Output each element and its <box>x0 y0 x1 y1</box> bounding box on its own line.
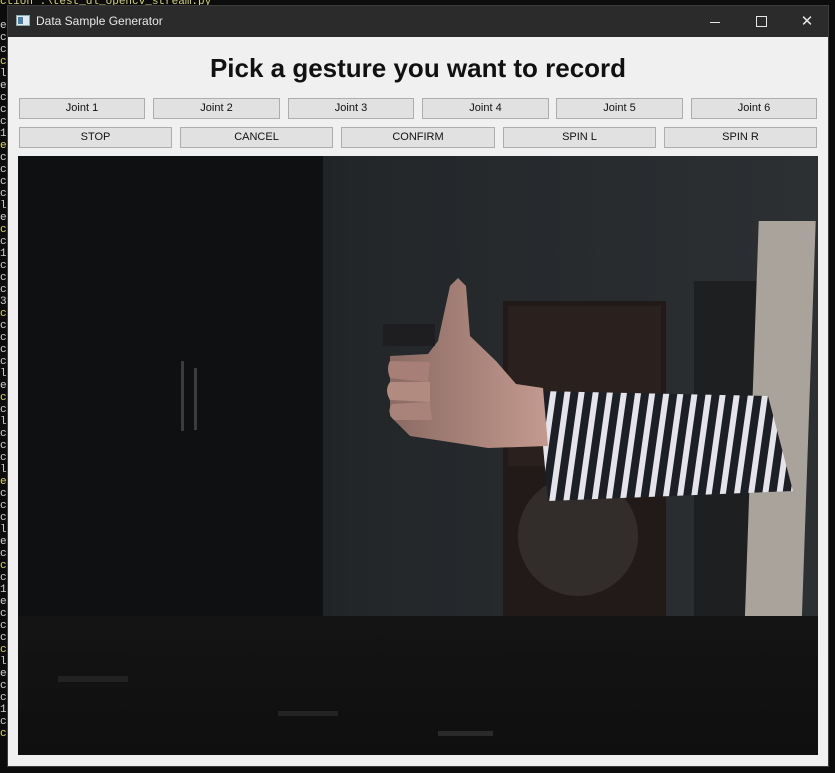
terminal-gutter-glyph: 1 <box>0 128 6 140</box>
joint-3-button[interactable]: Joint 3 <box>288 98 414 119</box>
terminal-gutter-glyph: l <box>0 524 6 536</box>
cancel-button[interactable]: CANCEL <box>180 127 333 148</box>
terminal-gutter-glyph: l <box>0 464 6 476</box>
terminal-gutter-glyph: c <box>0 272 6 284</box>
terminal-gutter-glyph: c <box>0 440 6 452</box>
terminal-gutter-glyph: c <box>0 632 6 644</box>
terminal-gutter-glyph: c <box>0 320 6 332</box>
camera-frame-image <box>18 156 818 755</box>
terminal-gutter-glyph: c <box>0 572 6 584</box>
terminal-gutter-glyph: c <box>0 560 6 572</box>
terminal-gutter-glyph: c <box>0 308 6 320</box>
terminal-gutter-glyph: e <box>0 476 6 488</box>
terminal-gutter-glyph: c <box>0 260 6 272</box>
maximize-button[interactable] <box>738 6 784 37</box>
terminal-gutter-glyph: c <box>0 356 6 368</box>
stop-button[interactable]: STOP <box>19 127 172 148</box>
terminal-gutter-glyph: l <box>0 416 6 428</box>
terminal-gutter-glyph: c <box>0 620 6 632</box>
spin-right-button[interactable]: SPIN R <box>664 127 817 148</box>
terminal-gutter-glyph: c <box>0 344 6 356</box>
terminal-gutter-glyph: e <box>0 140 6 152</box>
terminal-gutter-glyph: c <box>0 176 6 188</box>
close-icon: ✕ <box>800 13 814 30</box>
terminal-gutter-glyph: e <box>0 380 6 392</box>
terminal-gutter-glyph: c <box>0 716 6 728</box>
terminal-gutter-glyph: c <box>0 284 6 296</box>
terminal-gutter-glyph: c <box>0 680 6 692</box>
terminal-gutter-glyph: l <box>0 368 6 380</box>
terminal-gutter-glyph: c <box>0 32 6 44</box>
joint-2-button[interactable]: Joint 2 <box>153 98 280 119</box>
close-button[interactable]: ✕ <box>784 6 830 37</box>
confirm-button[interactable]: CONFIRM <box>341 127 495 148</box>
terminal-gutter-glyph: c <box>0 488 6 500</box>
terminal-gutter-glyph: c <box>0 332 6 344</box>
page-title: Pick a gesture you want to record <box>209 53 627 83</box>
terminal-gutter-glyph: c <box>0 104 6 116</box>
terminal-gutter-glyph: e <box>0 20 6 32</box>
joint-4-button[interactable]: Joint 4 <box>422 98 549 119</box>
terminal-gutter-glyph: c <box>0 44 6 56</box>
terminal-gutter-glyph: c <box>0 452 6 464</box>
action-button-row: STOP CANCEL CONFIRM SPIN L SPIN R <box>19 127 817 148</box>
terminal-gutter-glyph: c <box>0 404 6 416</box>
terminal-gutter-glyph: c <box>0 188 6 200</box>
terminal-gutter-glyph: 1 <box>0 704 6 716</box>
terminal-gutter-glyph: 1 <box>0 248 6 260</box>
terminal-gutter-glyph: c <box>0 500 6 512</box>
terminal-gutter-glyph: c <box>0 692 6 704</box>
terminal-gutter-glyph: c <box>0 116 6 128</box>
terminal-gutter-glyph: e <box>0 596 6 608</box>
title-bar[interactable]: Data Sample Generator ✕ <box>8 6 828 37</box>
spin-left-button[interactable]: SPIN L <box>503 127 656 148</box>
joint-6-button[interactable]: Joint 6 <box>691 98 817 119</box>
terminal-gutter-glyph: e <box>0 212 6 224</box>
terminal-gutter-glyph: c <box>0 428 6 440</box>
app-icon <box>16 15 30 26</box>
terminal-gutter-glyph: 3 <box>0 296 6 308</box>
joint-5-button[interactable]: Joint 5 <box>556 98 683 119</box>
terminal-gutter-glyph: e <box>0 668 6 680</box>
terminal-gutter-glyph: c <box>0 392 6 404</box>
terminal-gutter-glyph: l <box>0 68 6 80</box>
window-title: Data Sample Generator <box>36 14 163 28</box>
camera-feed <box>18 156 818 755</box>
terminal-gutter-glyph: c <box>0 56 6 68</box>
terminal-gutter-glyph: e <box>0 536 6 548</box>
maximize-icon <box>755 15 767 27</box>
terminal-gutter-glyph: c <box>0 512 6 524</box>
terminal-gutter-glyph: l <box>0 200 6 212</box>
terminal-gutter-glyph: c <box>0 236 6 248</box>
joint-button-row: Joint 1 Joint 2 Joint 3 Joint 4 Joint 5 … <box>19 98 817 119</box>
terminal-gutter: ecccleccc1ecccclecc1ccc3ccccclecclccclec… <box>0 20 6 740</box>
minimize-button[interactable] <box>692 6 738 37</box>
terminal-gutter-glyph: c <box>0 644 6 656</box>
terminal-gutter-glyph: l <box>0 656 6 668</box>
terminal-gutter-glyph: 1 <box>0 584 6 596</box>
minimize-icon <box>710 21 720 23</box>
terminal-gutter-glyph: c <box>0 548 6 560</box>
terminal-gutter-glyph: c <box>0 728 6 740</box>
terminal-gutter-glyph: c <box>0 224 6 236</box>
terminal-gutter-glyph: e <box>0 80 6 92</box>
joint-1-button[interactable]: Joint 1 <box>19 98 145 119</box>
app-window: Data Sample Generator ✕ Pick a gesture y… <box>7 5 829 767</box>
terminal-gutter-glyph: c <box>0 164 6 176</box>
terminal-gutter-glyph: c <box>0 608 6 620</box>
terminal-gutter-glyph: c <box>0 92 6 104</box>
terminal-gutter-glyph: c <box>0 152 6 164</box>
